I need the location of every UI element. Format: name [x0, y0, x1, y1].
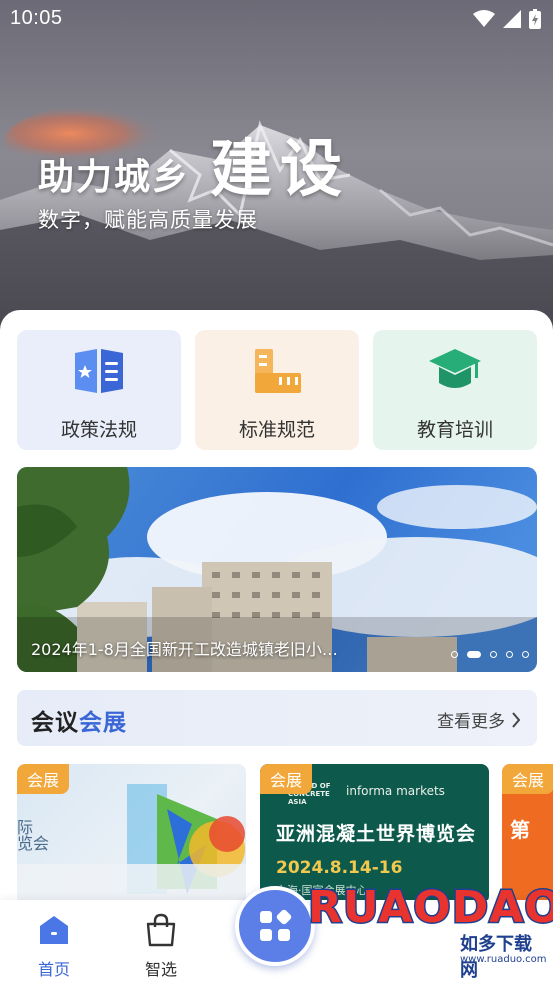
quick-link-label: 标准规范	[238, 419, 315, 441]
hero-banner: 10:05 助力城乡 建设 数字，赋能高质量发展	[0, 0, 553, 340]
informa-markets-logo: informa markets	[346, 784, 445, 798]
expo-card-text: 际览会	[17, 818, 50, 853]
home-icon	[40, 916, 68, 944]
hero-title-emphasis: 建设	[210, 132, 351, 205]
expo-card[interactable]: 会展 际览会	[17, 764, 246, 904]
ruler-icon	[255, 349, 301, 393]
section-title-accent: 会展	[79, 710, 127, 736]
wifi-icon	[473, 10, 495, 27]
section-title: 会议会展	[31, 703, 127, 737]
shopping-bag-icon	[146, 913, 176, 947]
graduation-cap-icon	[429, 349, 481, 388]
expo-card-text: 第	[510, 818, 530, 842]
battery-charging-icon	[529, 9, 541, 29]
carousel-dot[interactable]	[506, 651, 513, 658]
carousel-dot-active[interactable]	[467, 651, 481, 658]
see-more-label: 查看更多	[437, 712, 505, 732]
nav-select-label: 智选	[144, 960, 177, 979]
nav-home[interactable]: 首页	[24, 912, 84, 980]
apps-grid-icon	[260, 909, 292, 941]
quick-links-grid: 政策法规 标准规范 教育培训	[17, 330, 537, 450]
nav-home-label: 首页	[37, 960, 70, 979]
quick-link-policy[interactable]: 政策法规	[17, 330, 181, 450]
hero-subtitle: 数字，赋能高质量发展	[38, 208, 258, 232]
news-carousel[interactable]: 2024年1-8月全国新开工改造城镇老旧小…	[17, 467, 537, 672]
expo-tag: 会展	[502, 764, 553, 794]
quick-link-label: 教育培训	[416, 419, 493, 441]
expo-tag: 会展	[17, 764, 70, 794]
chevron-right-icon	[512, 711, 521, 728]
carousel-dot[interactable]	[451, 651, 458, 658]
nav-select[interactable]: 智选	[131, 912, 191, 980]
carousel-caption: 2024年1-8月全国新开工改造城镇老旧小…	[31, 640, 338, 659]
see-more-link[interactable]: 查看更多	[437, 707, 521, 732]
policy-book-icon	[75, 349, 123, 393]
section-title-prefix: 会议	[31, 710, 79, 736]
carousel-dot[interactable]	[522, 651, 529, 658]
expo-title: 亚洲混凝土世界博览会	[276, 823, 477, 845]
expo-date: 2024.8.14-16	[276, 858, 403, 878]
status-time: 10:05	[10, 7, 63, 29]
signal-icon	[503, 10, 521, 28]
quick-link-education[interactable]: 教育培训	[373, 330, 537, 450]
quick-link-standards[interactable]: 标准规范	[195, 330, 359, 450]
status-bar: 10:05	[0, 0, 553, 38]
meetings-section-header: 会议会展 查看更多	[17, 690, 537, 746]
watermark-logo-text: RUAODAO	[307, 881, 553, 935]
site-watermark: RUAODAO 如多下载网 www.ruaduo.com	[300, 880, 553, 982]
watermark-url: www.ruaduo.com	[460, 954, 547, 965]
status-icons	[473, 9, 541, 29]
quick-link-label: 政策法规	[60, 419, 137, 441]
carousel-indicator	[451, 651, 529, 658]
hero-title: 助力城乡	[38, 156, 191, 198]
carousel-dot[interactable]	[490, 651, 497, 658]
expo-tag: 会展	[260, 764, 313, 794]
